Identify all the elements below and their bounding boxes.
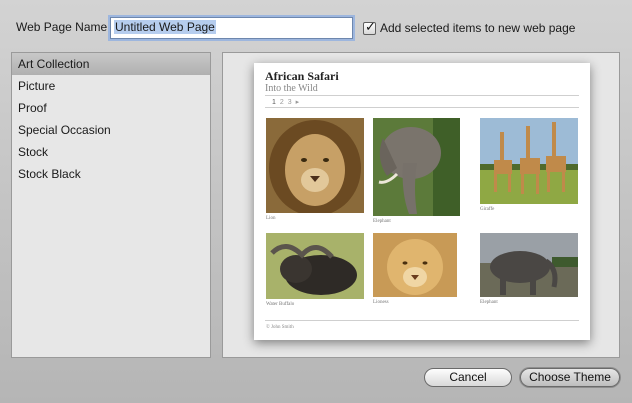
cancel-button[interactable]: Cancel: [424, 368, 512, 387]
preview-title: African Safari: [265, 69, 339, 83]
photo-caption: Giraffe: [480, 207, 495, 212]
web-page-name-value: Untitled Web Page: [114, 20, 216, 34]
preview-page-3: 3: [287, 99, 292, 106]
photo-caption: Elephant: [480, 300, 498, 305]
theme-item-stock[interactable]: Stock: [12, 141, 210, 163]
preview-footer: © John Smith: [266, 325, 294, 330]
elephant-photo: [480, 233, 578, 297]
theme-preview-page: African Safari Into the Wild 1 2 3 ▸ Lio…: [254, 63, 590, 340]
buffalo-photo: [266, 233, 364, 299]
preview-page-1: 1: [272, 99, 276, 106]
preview-pagination: 1 2 3 ▸: [272, 98, 301, 106]
preview-page-2: 2: [279, 99, 284, 106]
theme-item-art-collection[interactable]: Art Collection: [12, 53, 210, 75]
checkmark-icon: ✓: [365, 18, 376, 34]
photo-caption: Lioness: [373, 300, 389, 305]
add-items-label: Add selected items to new web page: [380, 21, 576, 35]
preview-divider: [265, 107, 579, 108]
theme-item-proof[interactable]: Proof: [12, 97, 210, 119]
next-arrow-icon: ▸: [295, 99, 300, 106]
theme-item-stock-black[interactable]: Stock Black: [12, 163, 210, 185]
preview-subtitle: Into the Wild: [265, 83, 318, 94]
add-items-option[interactable]: ✓ Add selected items to new web page: [363, 18, 576, 36]
photo-caption: Water Buffalo: [266, 302, 295, 307]
lion-photo: [266, 118, 364, 213]
dialog-header: Web Page Name: Untitled Web Page ✓ Add s…: [0, 0, 632, 52]
choose-theme-button[interactable]: Choose Theme: [520, 368, 620, 387]
theme-preview-panel: African Safari Into the Wild 1 2 3 ▸ Lio…: [222, 52, 620, 358]
lioness-photo: [373, 233, 457, 297]
web-page-name-label: Web Page Name:: [16, 20, 111, 34]
add-items-checkbox[interactable]: ✓: [363, 18, 376, 35]
web-page-name-input[interactable]: Untitled Web Page: [110, 17, 353, 39]
theme-list[interactable]: Art Collection Picture Proof Special Occ…: [11, 52, 211, 358]
theme-item-special-occasion[interactable]: Special Occasion: [12, 119, 210, 141]
preview-divider: [265, 320, 579, 321]
theme-item-picture[interactable]: Picture: [12, 75, 210, 97]
elephant-photo: [373, 118, 460, 216]
giraffe-photo: [480, 118, 578, 204]
photo-caption: Lion: [266, 216, 276, 221]
photo-caption: Elephant: [373, 219, 391, 224]
preview-divider: [265, 95, 579, 96]
